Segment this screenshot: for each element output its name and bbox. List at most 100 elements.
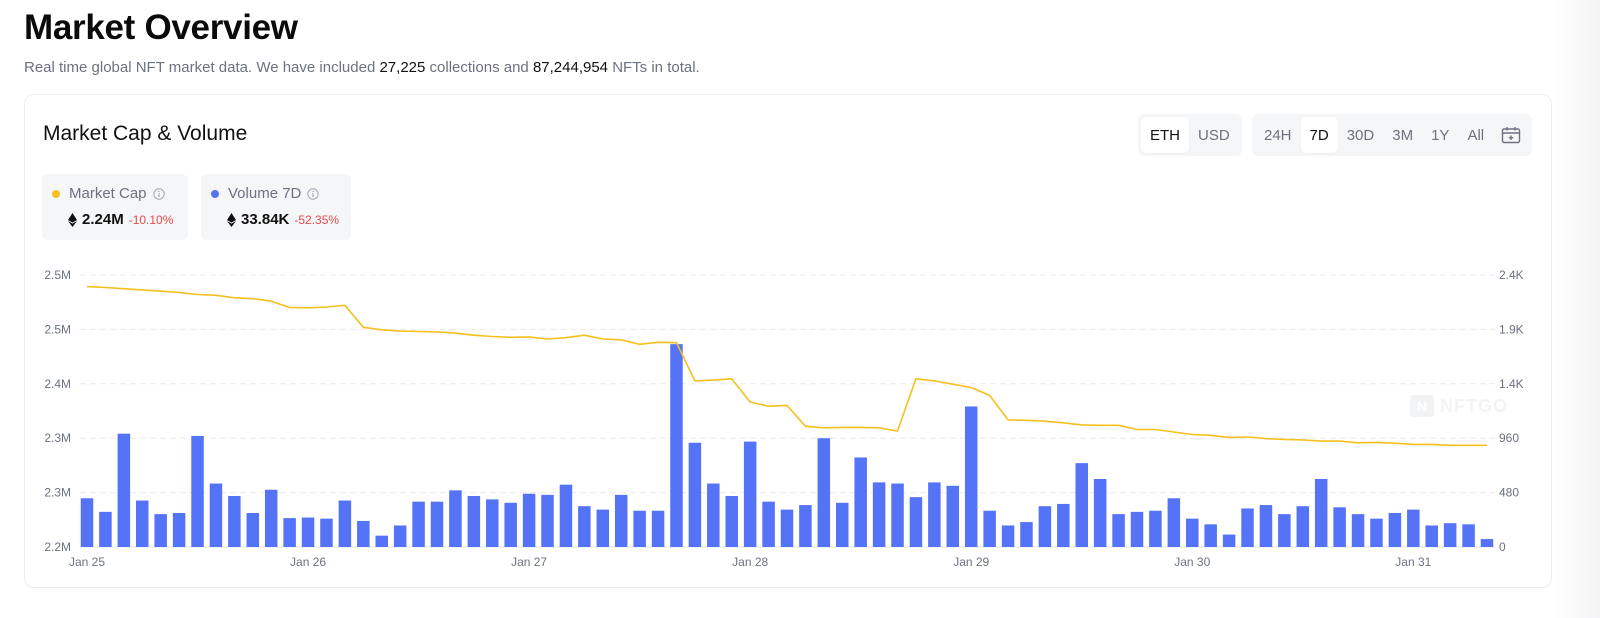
x-tick-label: Jan 25: [69, 555, 105, 569]
volume-bar: [430, 501, 444, 547]
y-left-tick-label: 2.5M: [44, 268, 71, 282]
volume-bar: [872, 482, 886, 547]
volume-bar: [283, 518, 296, 547]
volume-bar: [80, 498, 94, 547]
volume-bar: [486, 499, 499, 547]
volume-bar: [1443, 523, 1457, 547]
volume-bar: [136, 500, 149, 547]
volume-bar: [301, 517, 315, 547]
volume-bar: [928, 482, 941, 547]
volume-bar: [964, 406, 978, 547]
volume-bar: [191, 435, 204, 547]
volume-bar: [1278, 514, 1291, 547]
volume-bar: [320, 518, 333, 547]
volume-bar: [1020, 522, 1033, 547]
subtitle-text-1: Real time global NFT market data. We hav…: [24, 59, 376, 76]
volume-bar: [1167, 498, 1181, 547]
volume-bar: [578, 506, 591, 547]
volume-bar: [1296, 506, 1310, 547]
volume-bar: [393, 525, 407, 547]
market-cap-volume-card: Market Cap & Volume ETH USD 24H 7D 30D 3…: [24, 94, 1552, 588]
volume-bar: [946, 485, 960, 547]
y-left-tick-label: 2.5M: [44, 322, 71, 336]
volume-bar: [614, 494, 628, 547]
x-tick-label: Jan 26: [290, 555, 326, 569]
y-right-tick-label: 480: [1499, 486, 1519, 500]
x-tick-label: Jan 31: [1395, 555, 1431, 569]
y-left-tick-label: 2.4M: [44, 377, 71, 391]
volume-bar: [1001, 525, 1015, 547]
volume-bar: [1112, 514, 1125, 547]
volume-bar: [633, 510, 646, 547]
volume-bar: [449, 490, 462, 547]
y-right-tick-label: 1.4K: [1499, 377, 1524, 391]
volume-bar: [1314, 479, 1328, 547]
volume-bar: [338, 500, 352, 547]
volume-bar: [412, 501, 425, 547]
page-subtitle: Real time global NFT market data. We hav…: [24, 59, 700, 76]
volume-bar: [264, 489, 278, 547]
volume-bar: [1351, 514, 1365, 547]
subtitle-text-2: collections and: [429, 59, 529, 76]
volume-bar: [1333, 507, 1346, 547]
volume-bar: [504, 502, 517, 547]
volume-bar: [1222, 534, 1236, 547]
volume-bar: [228, 496, 241, 547]
page-edge-shadow: [1554, 0, 1600, 618]
volume-bar: [983, 510, 996, 547]
volume-bar: [743, 441, 757, 547]
volume-bar: [1388, 513, 1402, 547]
volume-bar: [799, 505, 812, 547]
volume-bar: [1370, 518, 1383, 547]
volume-bar: [707, 483, 720, 547]
volume-bar: [375, 535, 388, 547]
volume-bar: [670, 344, 683, 547]
volume-bar: [651, 510, 665, 547]
x-tick-label: Jan 29: [953, 555, 989, 569]
y-right-tick-label: 1.9K: [1499, 322, 1524, 336]
volume-bar: [1130, 511, 1144, 547]
volume-bar: [725, 496, 738, 547]
volume-bar: [246, 513, 260, 547]
volume-bar: [541, 494, 554, 547]
volume-bar: [891, 483, 904, 547]
volume-bar: [1259, 505, 1273, 547]
y-right-tick-label: 2.4K: [1499, 268, 1524, 282]
volume-bar: [1241, 508, 1254, 547]
volume-bar: [1057, 503, 1070, 547]
volume-bar: [909, 497, 923, 547]
x-tick-label: Jan 28: [732, 555, 768, 569]
volume-bar: [117, 433, 131, 547]
y-left-tick-label: 2.2M: [44, 540, 71, 554]
market-cap-volume-chart: 2.2M 0 2.3M 480 2.3M 960 2.4M 1.4K 2.5M 1.9K 2.5M 2…: [44, 268, 1524, 569]
volume-bar: [357, 520, 370, 547]
volume-bar: [522, 493, 536, 547]
volume-bar: [596, 509, 610, 547]
volume-bar: [154, 514, 167, 547]
volume-bar: [172, 513, 186, 547]
volume-bar: [1407, 509, 1420, 547]
collections-count: 27,225: [379, 59, 426, 76]
volume-bar: [836, 502, 849, 547]
volume-bar: [1204, 524, 1217, 547]
volume-bar: [1149, 510, 1162, 547]
volume-bar: [1093, 479, 1107, 547]
y-left-tick-label: 2.3M: [44, 486, 71, 500]
volume-bar: [817, 438, 831, 547]
volume-bar: [780, 509, 794, 547]
volume-bar: [1480, 539, 1494, 547]
x-tick-label: Jan 27: [511, 555, 547, 569]
x-tick-label: Jan 30: [1174, 555, 1210, 569]
y-left-tick-label: 2.3M: [44, 431, 71, 445]
volume-bar: [1186, 518, 1199, 547]
volume-bar: [99, 511, 112, 547]
subtitle-text-3: NFTs in total.: [612, 59, 700, 76]
y-right-tick-label: 0: [1499, 540, 1506, 554]
page-title: Market Overview: [24, 8, 298, 47]
nfts-count: 87,244,954: [532, 59, 609, 76]
volume-bar: [854, 457, 867, 547]
volume-bar: [467, 496, 481, 547]
volume-bar: [1425, 525, 1438, 547]
volume-bar: [209, 483, 223, 547]
y-right-tick-label: 960: [1499, 431, 1519, 445]
